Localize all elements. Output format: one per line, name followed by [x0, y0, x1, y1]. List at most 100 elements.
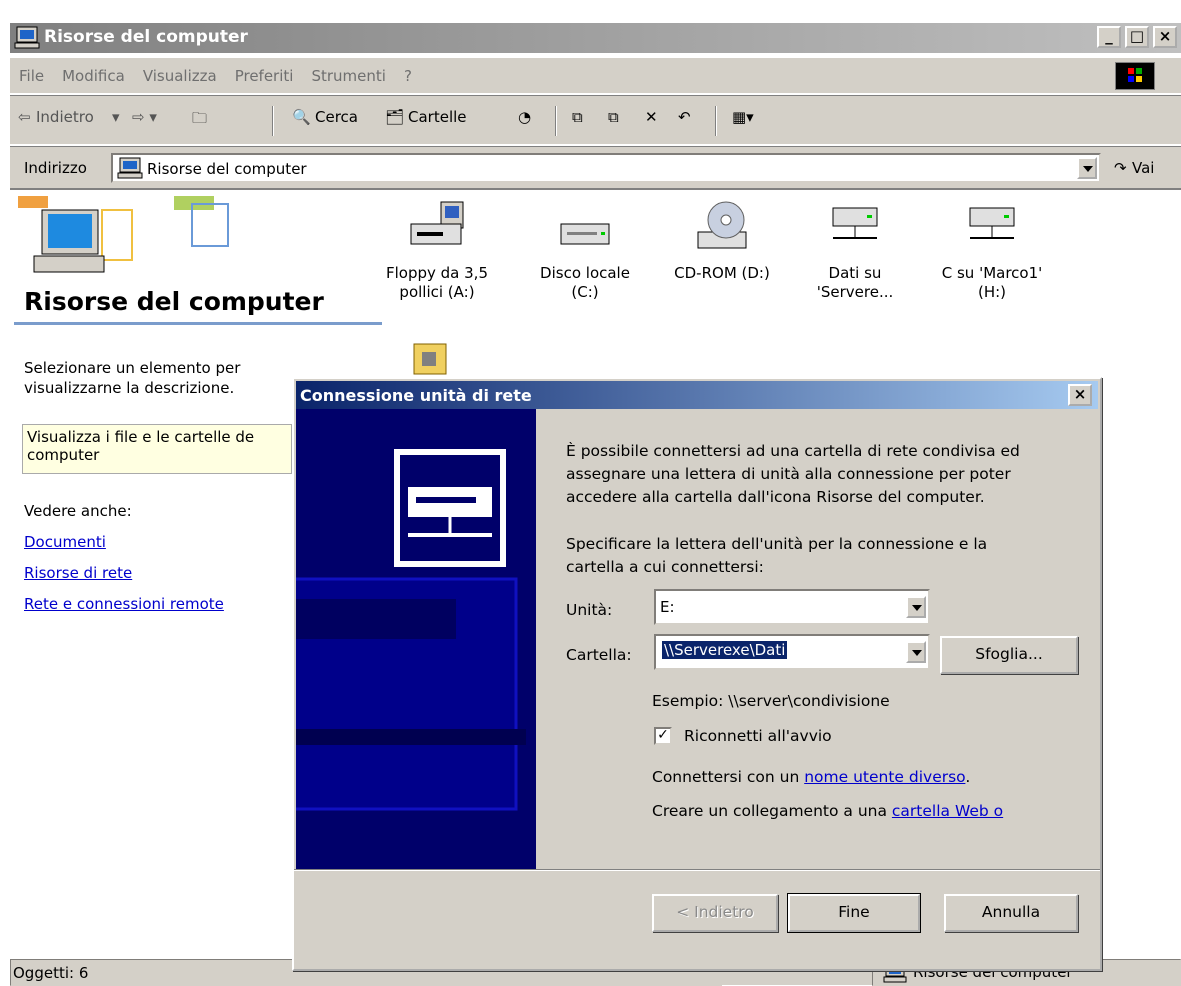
- folder-up-icon[interactable]: 🗀: [192, 108, 207, 133]
- computer-icon: [117, 157, 143, 179]
- drive-label-line1: Dati su: [828, 264, 882, 282]
- different-user-link[interactable]: nome utente diverso: [804, 768, 965, 786]
- drive-floppy[interactable]: Floppy da 3,5 pollici (A:): [382, 198, 492, 302]
- drive-network-marco1[interactable]: C su 'Marco1' (H:): [927, 198, 1057, 302]
- history-icon[interactable]: ◔: [518, 108, 531, 126]
- menu-strumenti[interactable]: Strumenti: [302, 58, 394, 94]
- dialog-close-button[interactable]: ×: [1068, 384, 1092, 406]
- drive-label-line1: Disco locale: [540, 264, 630, 282]
- cancel-button[interactable]: Annulla: [944, 894, 1078, 932]
- undo-icon[interactable]: ↶: [678, 108, 691, 126]
- tip-line1: Visualizza i file e le cartelle de: [27, 428, 255, 446]
- address-dropdown-button[interactable]: [1077, 157, 1097, 179]
- drive-network-dati[interactable]: Dati su 'Servere...: [800, 198, 910, 302]
- browse-button[interactable]: Sfoglia...: [940, 636, 1078, 674]
- folder-combobox[interactable]: \\Serverexe\Dati: [654, 634, 930, 670]
- tip-line2: computer: [27, 446, 100, 464]
- dialog-titlebar: Connessione unità di rete ×: [296, 381, 1098, 409]
- network-drive-wizard-icon: [296, 449, 526, 811]
- different-user-prefix: Connettersi con un: [652, 768, 805, 786]
- folder-dropdown-button[interactable]: [906, 641, 926, 663]
- cdrom-icon: [697, 201, 747, 249]
- example-text: Esempio: \\server\condivisione: [652, 692, 890, 710]
- computer-icon: [14, 26, 40, 49]
- drive-label-line2: pollici (A:): [399, 283, 475, 301]
- search-icon: 🔍: [292, 108, 311, 126]
- back-button[interactable]: Indietro: [36, 108, 94, 126]
- different-user-suffix: .: [965, 768, 971, 786]
- different-user-line: Connettersi con un nome utente diverso.: [652, 767, 970, 788]
- tip-box: Visualizza i file e le cartelle de compu…: [22, 424, 292, 474]
- title-underline: [14, 322, 382, 325]
- menu-visualizza[interactable]: Visualizza: [134, 58, 226, 94]
- menu-file[interactable]: File: [10, 58, 53, 94]
- go-arrow-icon[interactable]: ↷: [1114, 159, 1127, 177]
- back-dropdown-icon[interactable]: ▾: [112, 108, 120, 126]
- close-button[interactable]: ×: [1153, 26, 1177, 48]
- reconnect-checkbox[interactable]: ✓: [654, 727, 672, 745]
- folder-label: Cartella:: [566, 646, 632, 664]
- web-folder-line: Creare un collegamento a una cartella We…: [652, 801, 1003, 822]
- link-risorse-di-rete[interactable]: Risorse di rete: [24, 564, 132, 582]
- drive-label-line2: (C:): [571, 283, 599, 301]
- dialog-separator: [294, 869, 1100, 871]
- drive-label-line2: 'Servere...: [816, 283, 894, 301]
- drive-cdrom[interactable]: CD-ROM (D:): [652, 198, 792, 283]
- drive-letter-value: E:: [660, 598, 675, 616]
- drive-local-c[interactable]: Disco locale (C:): [530, 198, 640, 302]
- address-label: Indirizzo: [24, 159, 87, 177]
- intro-line1: È possibile connettersi ad una cartella …: [566, 442, 1020, 460]
- drive-label-line2: (H:): [977, 283, 1007, 301]
- floppy-drive-icon: [410, 201, 464, 245]
- windows-logo-icon: [1115, 62, 1155, 90]
- delete-icon[interactable]: ✕: [645, 108, 658, 126]
- hard-disk-icon: [560, 223, 610, 245]
- back-wizard-button[interactable]: < Indietro: [652, 894, 778, 932]
- web-folder-prefix: Creare un collegamento a una: [652, 802, 892, 820]
- spec-line1: Specificare la lettera dell'unità per la…: [566, 535, 988, 553]
- web-folder-link[interactable]: cartella Web o: [892, 802, 1003, 820]
- move-to-icon[interactable]: ⧉: [572, 108, 583, 126]
- reconnect-label[interactable]: Riconnetti all'avvio: [684, 726, 832, 747]
- views-icon[interactable]: ▦▾: [732, 108, 754, 126]
- description-text: Selezionare un elemento per visualizzarn…: [24, 359, 241, 397]
- drive-label-line1: C su 'Marco1': [941, 264, 1043, 282]
- dialog-title: Connessione unità di rete: [300, 386, 532, 405]
- link-documenti[interactable]: Documenti: [24, 533, 106, 551]
- forward-button[interactable]: ⇨ ▾: [132, 108, 157, 126]
- folder-value[interactable]: \\Serverexe\Dati: [662, 641, 788, 659]
- finish-button[interactable]: Fine: [787, 893, 921, 933]
- wizard-side-graphic: [296, 409, 536, 871]
- minimize-button[interactable]: _: [1097, 26, 1121, 48]
- link-rete-connessioni[interactable]: Rete e connessioni remote: [24, 595, 224, 613]
- drive-letter-label: Unità:: [566, 601, 613, 619]
- network-drive-icon: [832, 207, 878, 239]
- back-arrow-icon: ⇦: [18, 108, 31, 126]
- toolbar: ⇦ Indietro ▾ ⇨ ▾ 🗀 🔍 Cerca 🗂 Cartelle ◔ …: [10, 95, 1181, 145]
- menu-preferiti[interactable]: Preferiti: [226, 58, 303, 94]
- drive-label-line1: Floppy da 3,5: [386, 264, 488, 282]
- folders-button[interactable]: Cartelle: [408, 108, 467, 126]
- intro-line3: accedere alla cartella dall'icona Risors…: [566, 488, 985, 506]
- menu-help[interactable]: ?: [395, 58, 421, 94]
- go-button[interactable]: Vai: [1132, 159, 1154, 177]
- window-titlebar: Risorse del computer _ □ ×: [0, 0, 1181, 58]
- menu-modifica[interactable]: Modifica: [53, 58, 134, 94]
- folders-icon: 🗂: [385, 108, 405, 126]
- search-button[interactable]: Cerca: [315, 108, 358, 126]
- address-field[interactable]: Risorse del computer: [111, 153, 1101, 183]
- my-computer-banner-icon: [18, 196, 229, 273]
- copy-to-icon[interactable]: ⧉: [608, 108, 619, 126]
- see-also-label: Vedere anche:: [24, 502, 132, 520]
- drive-label-line1: CD-ROM (D:): [674, 264, 770, 282]
- drive-letter-select[interactable]: E:: [654, 589, 930, 625]
- control-panel-icon[interactable]: [412, 340, 448, 376]
- menu-bar: File Modifica Visualizza Preferiti Strumenti…: [10, 58, 1181, 94]
- window-title: Risorse del computer: [44, 27, 248, 47]
- drive-letter-dropdown-button[interactable]: [906, 596, 926, 618]
- maximize-button[interactable]: □: [1125, 26, 1149, 48]
- intro-line2: assegnare una lettera di unità alla conn…: [566, 465, 1011, 483]
- network-drive-icon: [969, 207, 1015, 239]
- address-bar: Indirizzo Risorse del computer ↷ Vai: [10, 146, 1181, 188]
- page-title: Risorse del computer: [24, 287, 324, 316]
